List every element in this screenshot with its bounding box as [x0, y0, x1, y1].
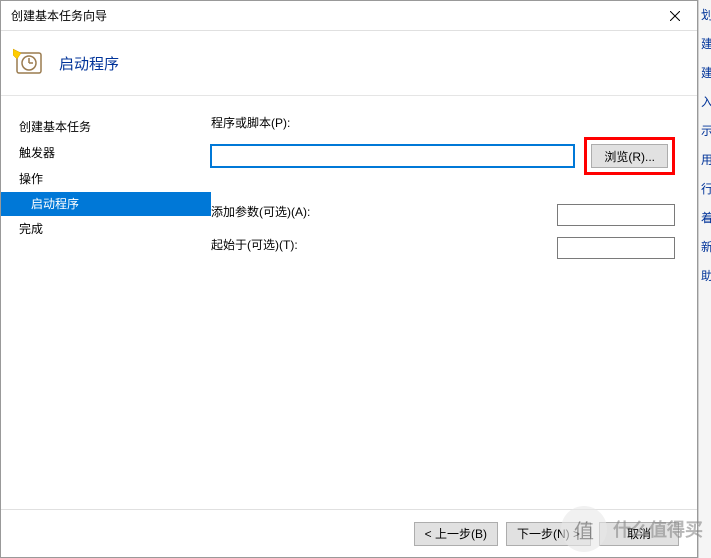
wizard-content: 创建基本任务 触发器 操作 启动程序 完成 程序或脚本(P): 浏览(R)...… [1, 96, 697, 509]
right-item: 入 [699, 87, 711, 116]
wizard-icon [13, 47, 45, 79]
wizard-dialog: 创建基本任务向导 启动程序 创建基本任务 触发器 操作 启动程序 完成 [0, 0, 698, 558]
sidebar-item-start-program[interactable]: 启动程序 [1, 192, 211, 216]
close-button[interactable] [663, 4, 687, 28]
right-cutoff-panel: 划 建 建 入 示 用 行 着 新 助 [698, 0, 711, 558]
back-button[interactable]: < 上一步(B) [414, 522, 498, 546]
wizard-footer: < 上一步(B) 下一步(N) > 取消 [1, 509, 697, 557]
right-item: 助 [699, 261, 711, 290]
window-title: 创建基本任务向导 [11, 7, 107, 24]
startin-row: 起始于(可选)(T): [211, 236, 675, 259]
sidebar-item-trigger[interactable]: 触发器 [1, 140, 211, 166]
args-input[interactable] [557, 204, 675, 226]
program-script-input[interactable] [211, 145, 574, 167]
right-item: 新 [699, 232, 711, 261]
right-item: 用 [699, 145, 711, 174]
wizard-main: 程序或脚本(P): 浏览(R)... 添加参数(可选)(A): 起始于(可选)(… [211, 96, 697, 509]
startin-label: 起始于(可选)(T): [211, 236, 298, 253]
wizard-sidebar: 创建基本任务 触发器 操作 启动程序 完成 [1, 96, 211, 509]
right-item: 行 [699, 174, 711, 203]
program-label: 程序或脚本(P): [211, 114, 675, 131]
program-group: 程序或脚本(P): 浏览(R)... [211, 114, 675, 175]
close-icon [670, 11, 680, 21]
wizard-header-title: 启动程序 [59, 53, 119, 74]
browse-button[interactable]: 浏览(R)... [591, 144, 668, 168]
sidebar-item-finish[interactable]: 完成 [1, 216, 211, 242]
sidebar-item-create-task[interactable]: 创建基本任务 [1, 114, 211, 140]
titlebar: 创建基本任务向导 [1, 1, 697, 31]
right-item: 着 [699, 203, 711, 232]
wizard-header: 启动程序 [1, 31, 697, 96]
sidebar-item-action[interactable]: 操作 [1, 166, 211, 192]
right-item: 示 [699, 116, 711, 145]
program-input-row: 浏览(R)... [211, 137, 675, 175]
right-item: 建 [699, 58, 711, 87]
cancel-button[interactable]: 取消 [599, 522, 679, 546]
args-label: 添加参数(可选)(A): [211, 203, 310, 220]
browse-highlight: 浏览(R)... [584, 137, 675, 175]
startin-input[interactable] [557, 237, 675, 259]
right-item: 划 [699, 0, 711, 29]
next-button[interactable]: 下一步(N) > [506, 522, 591, 546]
right-item: 建 [699, 29, 711, 58]
args-row: 添加参数(可选)(A): [211, 203, 675, 226]
